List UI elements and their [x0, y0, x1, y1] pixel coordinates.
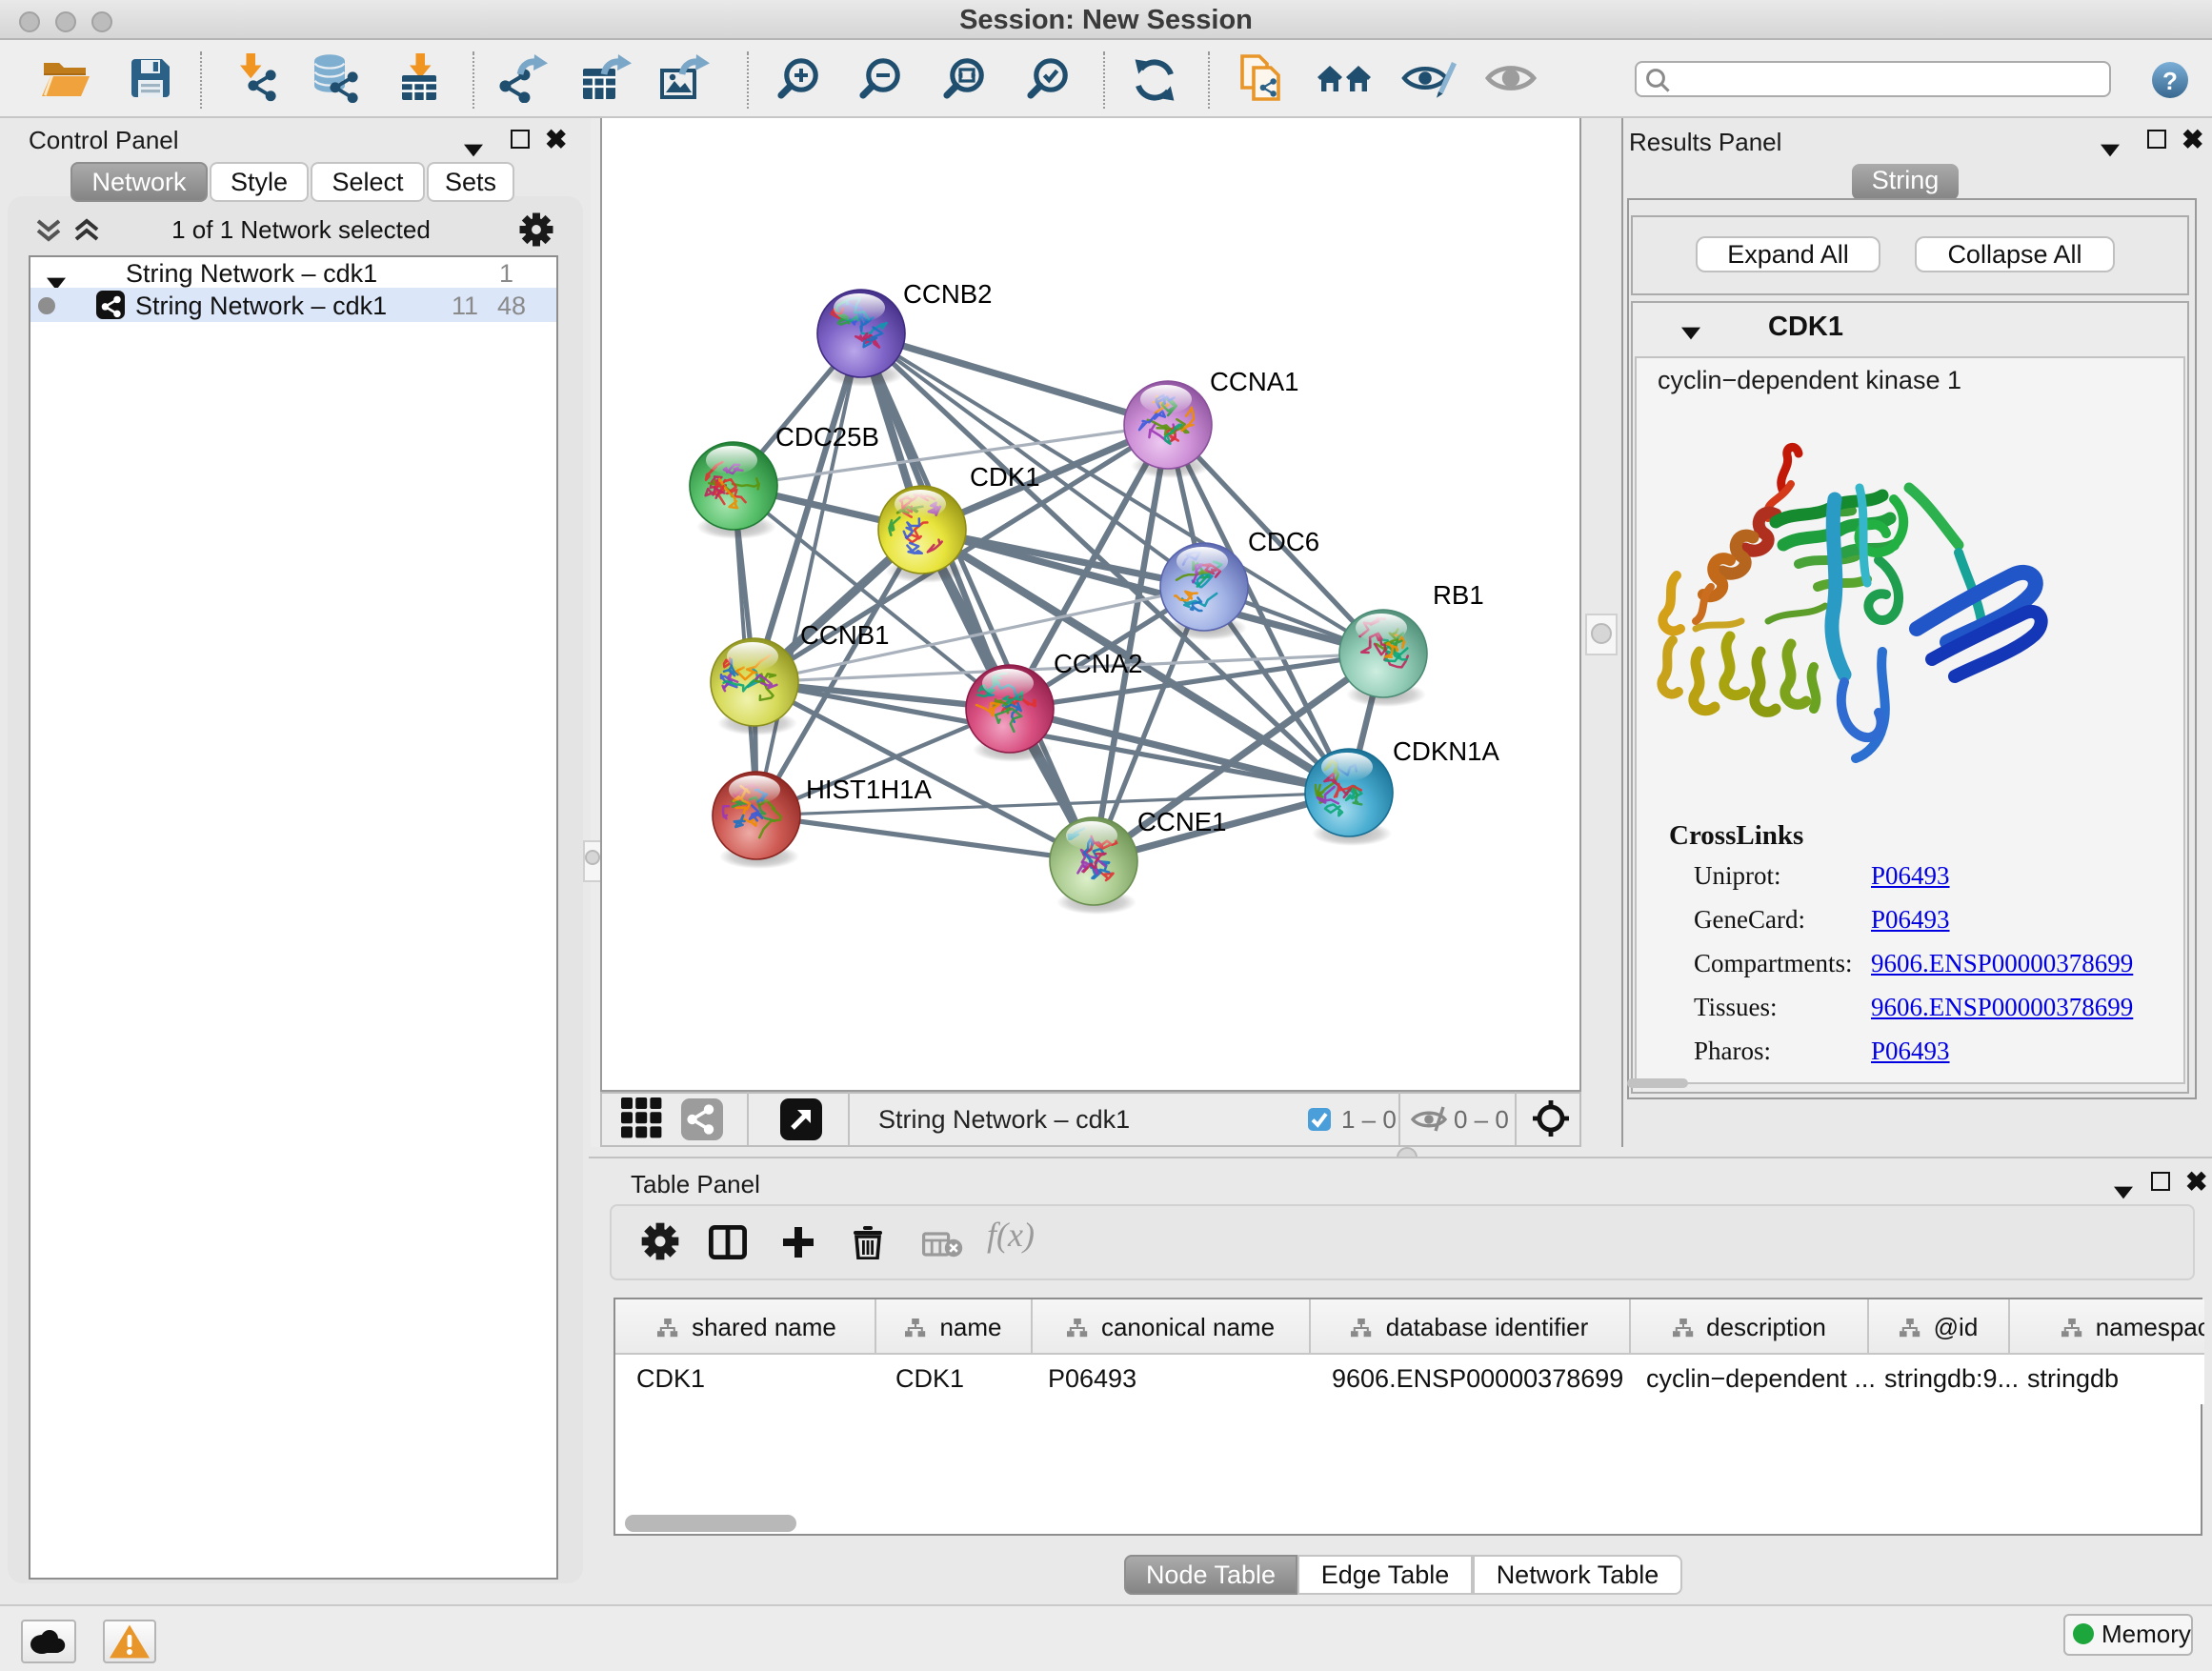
svg-text:CCNA2: CCNA2 — [1054, 649, 1143, 678]
svg-text:RB1: RB1 — [1433, 580, 1484, 610]
svg-text:CDK1: CDK1 — [970, 462, 1040, 492]
svg-text:CDC6: CDC6 — [1248, 527, 1319, 556]
svg-text:CCNB1: CCNB1 — [800, 620, 890, 650]
svg-text:CCNA1: CCNA1 — [1210, 367, 1299, 396]
svg-text:CDC25B: CDC25B — [775, 422, 879, 452]
svg-text:CCNB2: CCNB2 — [903, 279, 993, 309]
svg-text:HIST1H1A: HIST1H1A — [806, 775, 932, 804]
svg-text:?: ? — [2162, 67, 2178, 95]
svg-text:CDKN1A: CDKN1A — [1393, 736, 1500, 766]
svg-text:CCNE1: CCNE1 — [1137, 807, 1227, 836]
